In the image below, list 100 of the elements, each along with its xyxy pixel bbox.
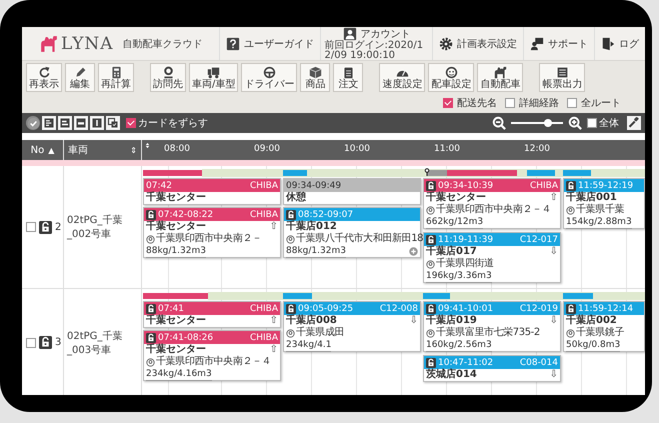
card-code: C12-017 [520,234,558,244]
card-time: 07:41 [158,304,184,314]
toolbar-button[interactable]: 速度設定 [379,63,426,92]
zoom-out-icon [492,116,506,130]
toolbar-button[interactable]: 商品 [300,63,330,92]
bar-view-icon [75,117,87,129]
delivery-card[interactable]: 09:34-10:39 CHIBA 千葉センター ⇧ 千葉県印西市中央南２－４ 662kg/12m3 [423,178,561,229]
toolbar-button[interactable]: 自動配車 [477,63,524,92]
view-button[interactable] [90,116,104,130]
break-card[interactable]: 09:34-09:49 休憩 [283,178,421,205]
option-label: 配送先名 [457,96,497,110]
delivery-card[interactable]: 09:41-10:01 C12-019 千葉店019 ⇩ 千葉県富里市七栄735-2 160kg/2.56m3 [423,301,561,352]
view-button[interactable] [74,116,88,130]
card-address: 千葉県印西市中央南２－４ [436,204,552,216]
check-icon [26,116,40,130]
delivery-card[interactable]: 11:59-12:19 千葉店001 千葉県千葉 154kg/2.88m3 [563,178,645,229]
card-code: CHIBA [250,180,278,190]
schedule-bar [143,293,208,299]
rows-view-icon [59,117,71,129]
last-login-text: 前回ログイン:2020/12/09 19:00:10 [324,40,424,60]
delivery-card[interactable]: 09:05-09:25 C12-008 千葉店008 ⇩ 千葉県成田 234kg/4.1 [283,301,421,352]
toolbar-button[interactable]: 注文 [333,63,364,92]
column-view-icon [91,117,103,129]
checkbox[interactable] [126,118,136,128]
card-address: 千葉県印西市中央南２－ [156,233,262,245]
column-header[interactable]: No [30,144,44,156]
hour-label: 12:00 [524,144,550,154]
card-code: CHIBA [250,304,278,314]
card-time: 11:59-12:19 [578,180,634,190]
arrow-icon: ⇧ [270,344,278,356]
arrow-icon: ⇩ [550,369,558,381]
delivery-card[interactable]: 08:52-09:07 千葉店012 千葉県八千代市大和田新田18 88kg/1.32m3 [283,207,421,258]
card-address: 千葉県八千代市大和田新田18 [296,233,424,245]
account-icon [342,27,356,40]
card-title: 千葉センター [146,315,206,327]
pin-marker-icon [423,167,431,177]
view-button[interactable] [58,116,72,130]
logout-icon [601,36,615,50]
sort-icon[interactable]: ▲ [48,146,54,154]
delivery-card[interactable]: 11:59-12:14 千葉店002 千葉県銚子 50kg/0.8m3 [563,301,645,352]
delivery-card[interactable]: 07:41-08:26 CHIBA 千葉センター ⇧ 千葉県印西市中央南２－４ 234kg/4.16m3 [143,330,281,381]
camel-icon [494,66,507,78]
settings-button[interactable] [627,116,641,130]
arrow-icon: ⇩ [410,315,418,327]
delivery-card[interactable]: 10:47-11:02 C08-014 茨城店014 ⇩ [423,355,561,382]
arrow-icon: ⇩ [550,246,558,258]
toolbar-button[interactable]: 配車設定 [428,63,474,92]
card-title: 千葉店001 [566,192,617,204]
delivery-card[interactable]: 07:42-08:22 CHIBA 千葉センター ⇧ 千葉県印西市中央南２－ 88kg/1.32m3 [143,207,281,258]
toolbar-button[interactable]: 帳票出力 [539,63,586,92]
card-code: C12-008 [380,304,418,314]
location-icon [426,260,435,268]
schedule-bar [563,170,591,176]
delivery-card[interactable]: 07:42 CHIBA 千葉センター [143,178,281,205]
location-icon [426,206,435,214]
slider-thumb[interactable] [544,119,552,127]
column-header[interactable]: 車両 [68,143,88,157]
delivery-card[interactable]: 07:41 CHIBA 千葉センター ⇧ [143,301,281,328]
zoom-in-button[interactable] [568,116,582,130]
checkbox[interactable] [443,98,453,108]
delivery-card[interactable]: 11:19-11:39 C12-017 千葉店017 ⇩ 千葉県四街道 196kg/3.36m3 [423,232,561,283]
row-number: 3 [55,337,62,348]
card-code: CHIBA [250,210,278,220]
view-button[interactable] [106,116,120,130]
select-all-button[interactable] [26,116,40,130]
card-time: 09:34-09:49 [286,180,342,190]
checkbox[interactable] [505,98,515,108]
zoom-out-button[interactable] [492,116,506,130]
pencil-icon [74,66,86,78]
hour-label: 09:00 [254,144,280,154]
schedule-bar [423,293,450,299]
card-address: 千葉県成田 [296,327,344,339]
row-checkbox[interactable] [26,338,36,348]
view-button[interactable] [42,116,56,130]
padlock-icon[interactable] [39,220,52,234]
toolbar-button[interactable]: 訪問先 [150,63,186,92]
toolbar-button[interactable]: 車両/車型 [189,63,238,92]
padlock-icon[interactable] [39,336,52,349]
checkbox[interactable] [587,118,597,128]
hour-label: 11:00 [434,144,460,154]
card-time: 07:42 [146,180,172,190]
toolbar-button[interactable]: 編集 [65,63,95,92]
card-load: 50kg/0.8m3 [566,339,620,352]
toolbar-button[interactable]: 再計算 [98,63,134,92]
option-label: 全ルート [581,97,621,110]
location-icon [146,358,155,366]
sort-icon[interactable]: ⇕ [130,146,137,154]
list-view-icon [43,117,55,129]
toolbar-button[interactable]: 再表示 [26,63,62,92]
steering-wheel-icon [262,66,276,78]
card-address: 千葉県四街道 [436,258,494,270]
card-code: C08-014 [520,358,558,368]
arrow-icon: ⇧ [270,221,278,233]
card-title: 千葉店008 [286,315,337,326]
card-time: 09:05-09:25 [298,304,354,314]
card-time: 09:41-10:01 [438,304,494,314]
arrow-icon: ⇧ [550,192,558,204]
row-checkbox[interactable] [26,222,36,232]
toolbar-button[interactable]: ドライバー [241,63,298,92]
checkbox[interactable] [567,98,577,108]
